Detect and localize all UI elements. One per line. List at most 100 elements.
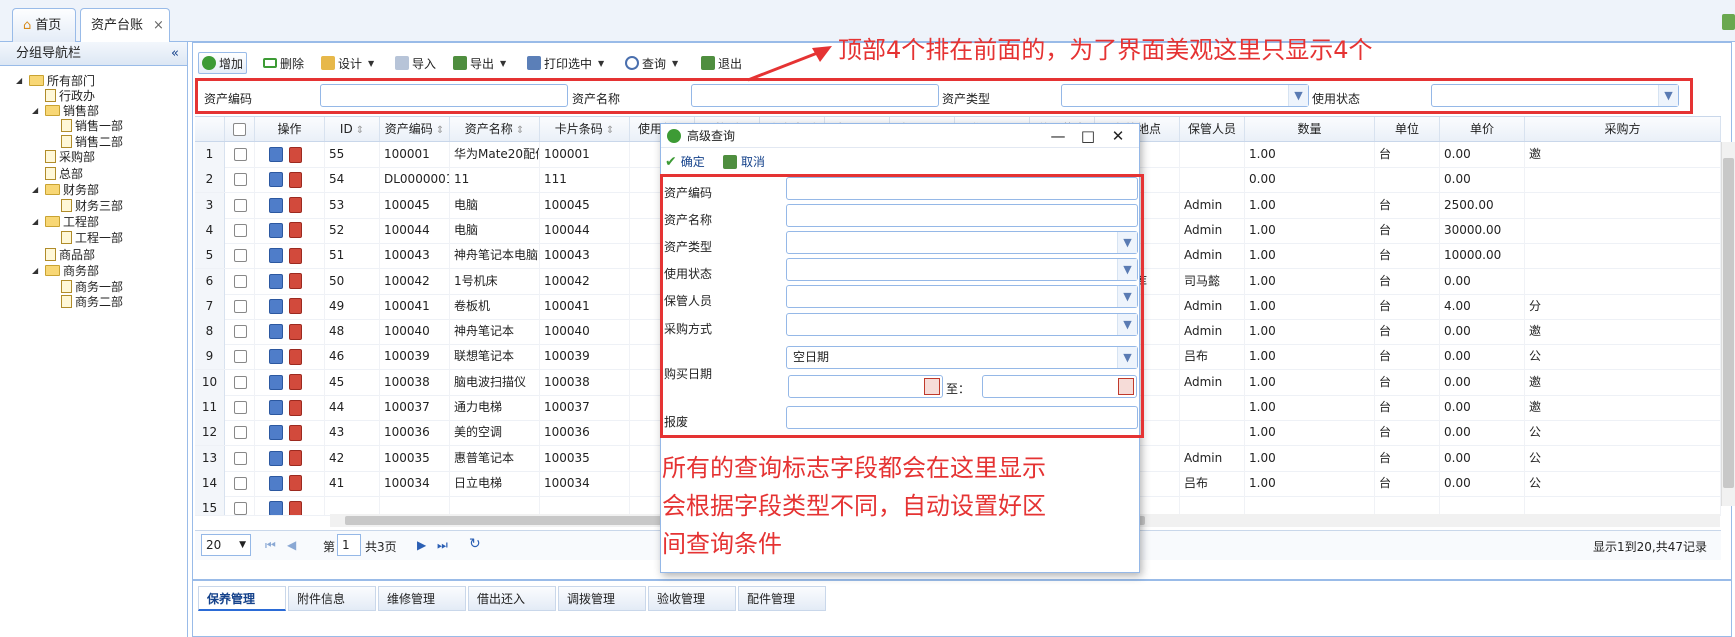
- close-icon[interactable]: ×: [153, 10, 164, 42]
- column-header[interactable]: 卡片条码 ⇕: [540, 117, 630, 141]
- expand-triangle-icon[interactable]: ◢: [32, 217, 42, 226]
- row-checkbox[interactable]: [234, 198, 247, 212]
- edit-icon[interactable]: [269, 172, 283, 188]
- import-button[interactable]: 导入: [392, 52, 439, 74]
- row-checkbox[interactable]: [234, 401, 247, 414]
- calendar-icon[interactable]: [1118, 378, 1134, 395]
- row-checkbox[interactable]: [234, 223, 247, 237]
- tree-node[interactable]: 销售一部: [48, 117, 123, 134]
- window-icon[interactable]: [1722, 14, 1735, 30]
- collapse-icon[interactable]: «: [171, 42, 179, 66]
- page-size-select[interactable]: 20 ▼: [201, 534, 251, 556]
- column-header[interactable]: 保管人员: [1180, 117, 1245, 141]
- tab-asset-ledger[interactable]: 资产台账 ×: [80, 8, 170, 43]
- row-checkbox[interactable]: [234, 325, 247, 339]
- refresh-icon[interactable]: ↻: [469, 536, 481, 552]
- dlg-purchase-date-mode-select[interactable]: 空日期 ▼: [786, 346, 1138, 369]
- bottom-tab[interactable]: 维修管理: [378, 586, 466, 611]
- edit-icon[interactable]: [269, 450, 283, 466]
- dlg-asset-name-input[interactable]: [786, 204, 1138, 227]
- dlg-asset-type-select[interactable]: ▼: [786, 231, 1138, 254]
- page-number-input[interactable]: 1: [337, 534, 361, 556]
- row-checkbox[interactable]: [234, 173, 247, 187]
- use-status-select[interactable]: ▼: [1431, 84, 1679, 107]
- tree-node[interactable]: 商品部: [32, 246, 95, 263]
- bottom-tab[interactable]: 验收管理: [648, 586, 736, 611]
- asset-name-input[interactable]: [691, 84, 939, 107]
- query-button[interactable]: 查询 ▼: [622, 52, 681, 74]
- tree-node[interactable]: 总部: [32, 165, 83, 182]
- delete-icon[interactable]: [289, 146, 302, 163]
- column-header[interactable]: 操作: [255, 117, 325, 141]
- confirm-button[interactable]: ✔ 确定: [665, 153, 705, 170]
- bottom-tab[interactable]: 保养管理: [198, 586, 286, 611]
- bottom-tab[interactable]: 配件管理: [738, 586, 826, 611]
- select-all-checkbox[interactable]: [225, 117, 255, 141]
- dlg-purchase-method-select[interactable]: ▼: [786, 313, 1138, 336]
- expand-triangle-icon[interactable]: ◢: [32, 266, 42, 275]
- calendar-icon[interactable]: [924, 378, 940, 395]
- minimize-button[interactable]: —: [1044, 124, 1072, 148]
- first-page-icon[interactable]: ⏮: [265, 538, 276, 553]
- edit-icon[interactable]: [269, 400, 283, 415]
- vertical-scroll-thumb[interactable]: [1723, 158, 1734, 488]
- tree-node[interactable]: 财务三部: [48, 197, 123, 214]
- next-page-icon[interactable]: ▶: [417, 538, 426, 552]
- delete-icon[interactable]: [289, 348, 302, 365]
- delete-icon[interactable]: [289, 399, 302, 416]
- delete-icon[interactable]: [289, 374, 302, 391]
- tree-node[interactable]: 工程一部: [48, 229, 123, 246]
- delete-icon[interactable]: [289, 500, 302, 516]
- expand-triangle-icon[interactable]: ◢: [32, 106, 42, 115]
- delete-icon[interactable]: [289, 171, 302, 188]
- close-dialog-button[interactable]: ✕: [1104, 124, 1132, 148]
- edit-icon[interactable]: [269, 324, 283, 340]
- delete-button[interactable]: 删除: [260, 52, 307, 74]
- tree-node[interactable]: 采购部: [32, 148, 95, 165]
- dlg-asset-code-input[interactable]: [786, 177, 1138, 200]
- column-header[interactable]: 采购方: [1525, 117, 1721, 141]
- row-checkbox[interactable]: [234, 350, 247, 364]
- edit-icon[interactable]: [269, 501, 283, 516]
- edit-icon[interactable]: [269, 374, 283, 390]
- delete-icon[interactable]: [289, 475, 302, 492]
- row-checkbox[interactable]: [234, 476, 247, 490]
- delete-icon[interactable]: [289, 222, 302, 239]
- delete-icon[interactable]: [289, 323, 302, 340]
- delete-icon[interactable]: [289, 273, 302, 289]
- dlg-date-to-input[interactable]: [982, 375, 1137, 398]
- delete-icon[interactable]: [289, 450, 302, 467]
- column-header[interactable]: 单价: [1440, 117, 1525, 141]
- delete-icon[interactable]: [289, 424, 302, 441]
- delete-icon[interactable]: [289, 298, 302, 315]
- asset-code-input[interactable]: [320, 84, 568, 107]
- column-header[interactable]: 单位: [1375, 117, 1440, 141]
- prev-page-icon[interactable]: ◀: [287, 538, 296, 552]
- edit-icon[interactable]: [269, 425, 283, 441]
- row-checkbox[interactable]: [234, 502, 247, 516]
- column-header[interactable]: 资产编码 ⇕: [380, 117, 450, 141]
- tree-node[interactable]: 商务二部: [48, 293, 123, 310]
- bottom-tab[interactable]: 借出还入: [468, 586, 556, 611]
- dlg-use-status-select[interactable]: ▼: [786, 258, 1138, 281]
- column-header[interactable]: ID ⇕: [325, 117, 380, 141]
- print-selected-button[interactable]: 打印选中 ▼: [524, 52, 607, 74]
- row-checkbox[interactable]: [234, 249, 247, 263]
- edit-icon[interactable]: [269, 147, 283, 162]
- tree-node[interactable]: ◢ 商务部: [32, 262, 99, 279]
- edit-icon[interactable]: [269, 197, 283, 213]
- dlg-keeper-select[interactable]: ▼: [786, 285, 1138, 308]
- design-button[interactable]: 设计 ▼: [318, 52, 377, 74]
- expand-triangle-icon[interactable]: ◢: [32, 185, 42, 194]
- edit-icon[interactable]: [269, 248, 283, 264]
- dlg-date-from-input[interactable]: [788, 375, 943, 398]
- tree-node[interactable]: ◢ 工程部: [32, 213, 99, 230]
- delete-icon[interactable]: [289, 247, 302, 264]
- add-button[interactable]: 增加: [198, 52, 248, 74]
- row-checkbox[interactable]: [234, 375, 247, 389]
- export-button[interactable]: 导出 ▼: [450, 52, 509, 74]
- expand-triangle-icon[interactable]: ◢: [16, 76, 26, 85]
- row-checkbox[interactable]: [234, 148, 247, 161]
- checkbox[interactable]: [233, 123, 246, 136]
- bottom-tab[interactable]: 附件信息: [288, 586, 376, 611]
